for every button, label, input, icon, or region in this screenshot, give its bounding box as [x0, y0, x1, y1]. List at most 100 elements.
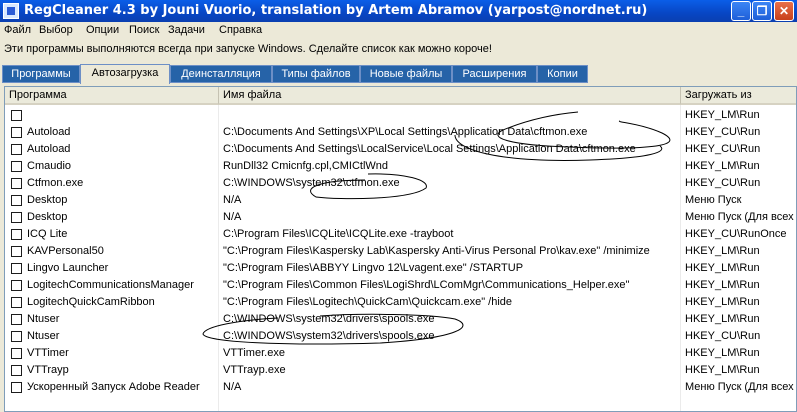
menu-file[interactable]: Файл	[4, 24, 31, 36]
program-name: Ntuser	[27, 330, 60, 342]
table-row[interactable]: Ntuser C:\WINDOWS\system32\drivers\spools…	[5, 311, 796, 328]
file-path: C:\WINDOWS\system32\drivers\spools.exe	[223, 330, 435, 342]
file-path: "C:\Program Files\Common Files\LogiShrd\…	[223, 279, 630, 291]
row-checkbox[interactable]	[11, 382, 22, 393]
restore-button[interactable]: ❐	[752, 1, 772, 21]
table-row[interactable]: Ctfmon.exe C:\WINDOWS\system32\ctfmon.exe…	[5, 175, 796, 192]
menu-tasks[interactable]: Задачи	[168, 24, 205, 36]
table-row[interactable]: HKEY_LM\Run	[5, 107, 796, 124]
table-row[interactable]: Cmaudio RunDll32 Cmicnfg.cpl,CMICtlWnd HKE…	[5, 158, 796, 175]
tab-extensions[interactable]: Расширения	[452, 65, 537, 83]
row-checkbox[interactable]	[11, 246, 22, 257]
program-name: Ускоренный Запуск Adobe Reader	[27, 381, 200, 393]
load-source: HKEY_LM\Run	[685, 245, 760, 257]
load-source: HKEY_CU\Run	[685, 143, 761, 155]
load-source: HKEY_LM\Run	[685, 160, 760, 172]
program-name: Ctfmon.exe	[27, 177, 84, 189]
app-icon[interactable]	[3, 3, 19, 19]
file-path: N/A	[223, 211, 242, 223]
program-name: VTTrayp	[27, 364, 69, 376]
tab-strip: Программы Автозагрузка Деинсталляция Тип…	[0, 64, 797, 85]
table-row[interactable]: Ntuser C:\WINDOWS\system32\drivers\spools…	[5, 328, 796, 345]
row-checkbox[interactable]	[11, 127, 22, 138]
table-row[interactable]: LogitechCommunicationsManager "C:\Program…	[5, 277, 796, 294]
program-name: Autoload	[27, 126, 71, 138]
menu-search[interactable]: Поиск	[129, 24, 159, 36]
title-bar: RegCleaner 4.3 by Jouni Vuorio, translat…	[0, 0, 797, 22]
table-row[interactable]: KAVPersonal50 "C:\Program Files\Kaspersky…	[5, 243, 796, 260]
program-name: KAVPersonal50	[27, 245, 104, 257]
program-name: VTTimer	[27, 347, 69, 359]
program-name: Autoload	[27, 143, 71, 155]
table-row[interactable]: LogitechQuickCamRibbon "C:\Program Files\…	[5, 294, 796, 311]
tab-new-files[interactable]: Новые файлы	[360, 65, 452, 83]
info-message: Эти программы выполняются всегда при зап…	[4, 43, 492, 55]
program-name: LogitechCommunicationsManager	[27, 279, 194, 291]
file-path: N/A	[223, 194, 242, 206]
file-path: C:\WINDOWS\system32\drivers\spools.exe	[223, 313, 435, 325]
table-row[interactable]: Desktop N/A Меню Пуск	[5, 192, 796, 209]
program-name: Desktop	[27, 194, 68, 206]
tab-programs[interactable]: Программы	[2, 65, 80, 83]
row-checkbox[interactable]	[11, 280, 22, 291]
tab-autostart[interactable]: Автозагрузка	[80, 64, 170, 84]
table-row[interactable]: VTTimer VTTimer.exe HKEY_LM\Run	[5, 345, 796, 362]
row-checkbox[interactable]	[11, 212, 22, 223]
window-title: RegCleaner 4.3 by Jouni Vuorio, translat…	[24, 3, 648, 18]
row-checkbox[interactable]	[11, 331, 22, 342]
row-checkbox[interactable]	[11, 178, 22, 189]
file-path: C:\Documents And Settings\LocalService\L…	[223, 143, 636, 155]
table-row[interactable]: VTTrayp VTTrayp.exe HKEY_LM\Run	[5, 362, 796, 379]
row-checkbox[interactable]	[11, 195, 22, 206]
row-checkbox[interactable]	[11, 229, 22, 240]
table-row[interactable]: Autoload C:\Documents And Settings\XP\Loc…	[5, 124, 796, 141]
load-source: HKEY_LM\Run	[685, 109, 760, 121]
minimize-button[interactable]: _	[731, 1, 751, 21]
program-name: LogitechQuickCamRibbon	[27, 296, 155, 308]
menu-options[interactable]: Опции	[86, 24, 119, 36]
column-header-filename[interactable]: Имя файла	[219, 87, 681, 105]
column-header-load-from[interactable]: Загружать из	[681, 87, 796, 105]
row-checkbox[interactable]	[11, 365, 22, 376]
table-row[interactable]: ICQ Lite C:\Program Files\ICQLite\ICQLite…	[5, 226, 796, 243]
file-path: C:\Documents And Settings\XP\Local Setti…	[223, 126, 588, 138]
load-source: HKEY_LM\Run	[685, 364, 760, 376]
program-name: Ntuser	[27, 313, 60, 325]
program-name: ICQ Lite	[27, 228, 68, 240]
file-path: RunDll32 Cmicnfg.cpl,CMICtlWnd	[223, 160, 389, 172]
program-name: Cmaudio	[27, 160, 72, 172]
file-path	[223, 107, 678, 124]
load-source: HKEY_LM\Run	[685, 262, 760, 274]
row-checkbox[interactable]	[11, 314, 22, 325]
row-checkbox[interactable]	[11, 144, 22, 155]
tab-uninstall[interactable]: Деинсталляция	[170, 65, 272, 83]
load-source: Меню Пуск (Для всех	[685, 381, 794, 393]
tab-file-types[interactable]: Типы файлов	[272, 65, 360, 83]
file-path: "C:\Program Files\Logitech\QuickCam\Quic…	[223, 296, 513, 308]
program-name	[27, 107, 217, 124]
file-path: N/A	[223, 381, 242, 393]
file-path: "C:\Program Files\Kaspersky Lab\Kaspersk…	[223, 245, 650, 257]
column-header-program[interactable]: Программа	[5, 87, 219, 105]
program-name: Lingvo Launcher	[27, 262, 109, 274]
close-button[interactable]: ✕	[774, 1, 794, 21]
row-checkbox[interactable]	[11, 110, 22, 121]
table-row[interactable]: Desktop N/A Меню Пуск (Для всех	[5, 209, 796, 226]
row-checkbox[interactable]	[11, 161, 22, 172]
program-name: Desktop	[27, 211, 68, 223]
autostart-list[interactable]: Программа Имя файла Загружать из HKEY_LM…	[4, 86, 797, 412]
tab-backups[interactable]: Копии	[537, 65, 588, 83]
table-row[interactable]: Lingvo Launcher "C:\Program Files\ABBYY L…	[5, 260, 796, 277]
menu-bar: Файл Выбор Опции Поиск Задачи Справка	[0, 22, 797, 40]
load-source: HKEY_CU\Run	[685, 177, 761, 189]
load-source: HKEY_CU\RunOnce	[685, 228, 787, 240]
menu-select[interactable]: Выбор	[39, 24, 73, 36]
load-source: Меню Пуск (Для всех	[685, 211, 794, 223]
load-source: HKEY_LM\Run	[685, 279, 760, 291]
menu-help[interactable]: Справка	[219, 24, 262, 36]
table-row[interactable]: Ускоренный Запуск Adobe Reader N/A Меню Пу…	[5, 379, 796, 396]
table-row[interactable]: Autoload C:\Documents And Settings\LocalS…	[5, 141, 796, 158]
row-checkbox[interactable]	[11, 263, 22, 274]
row-checkbox[interactable]	[11, 348, 22, 359]
row-checkbox[interactable]	[11, 297, 22, 308]
